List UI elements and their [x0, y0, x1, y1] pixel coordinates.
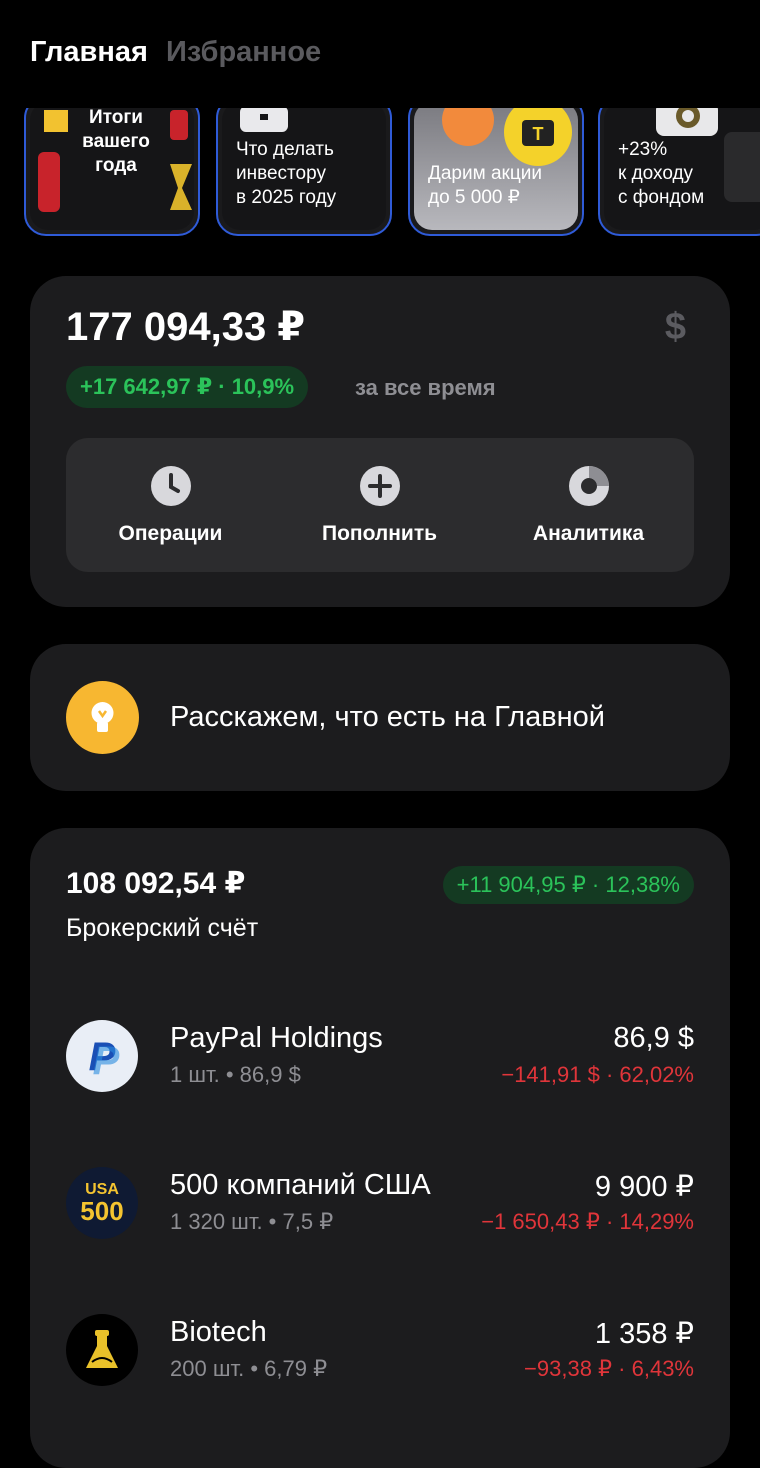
- list-item[interactable]: Biotech 200 шт. • 6,79 ₽ 1 358 ₽ −93,38 …: [66, 1310, 694, 1390]
- portfolio-card: 177 094,33 ₽ $ +17 642,97 ₽ · 10,9% за в…: [30, 276, 730, 607]
- analytics-label: Аналитика: [532, 522, 645, 545]
- holding-value: 86,9 $: [613, 1022, 694, 1054]
- holding-value: 9 900 ₽: [594, 1171, 694, 1203]
- holding-name: PayPal Holdings: [170, 1022, 383, 1054]
- pie-chart-icon: [568, 466, 609, 506]
- holding-change: −1 650,43 ₽ · 14,29%: [481, 1209, 694, 1234]
- tab-main[interactable]: Главная: [30, 36, 148, 69]
- paypal-logo-icon: PP: [66, 1020, 138, 1092]
- holding-qty: 200 шт. • 6,79 ₽: [170, 1356, 328, 1381]
- holding-change: −93,38 ₽ · 6,43%: [524, 1356, 694, 1381]
- analytics-button[interactable]: Аналитика: [484, 438, 693, 572]
- usa500-logo-icon: USA 500: [66, 1167, 138, 1239]
- operations-label: Операции: [118, 522, 223, 545]
- portfolio-actions: Операции Пополнить Аналитика: [66, 438, 694, 572]
- list-item[interactable]: USA 500 500 компаний США 1 320 шт. • 7,5…: [66, 1163, 694, 1243]
- story-text: Дарим акции до 5 000 ₽: [428, 163, 542, 208]
- story-fund[interactable]: +23% к доходу с фондом: [598, 108, 760, 236]
- account-name[interactable]: Брокерский счёт: [66, 914, 258, 943]
- account-card: 108 092,54 ₽ +11 904,95 ₽ · 12,38% Броке…: [30, 828, 730, 1468]
- operations-button[interactable]: Операции: [66, 438, 275, 572]
- top-up-button[interactable]: Пополнить: [275, 438, 484, 572]
- holding-value: 1 358 ₽: [594, 1318, 694, 1350]
- lightbulb-icon: [66, 681, 139, 754]
- tip-card[interactable]: Расскажем, что есть на Главной: [30, 644, 730, 791]
- logo-text-bottom: 500: [80, 1196, 124, 1226]
- holding-qty: 1 шт. • 86,9 $: [170, 1062, 301, 1087]
- story-text: Что делать инвестору в 2025 году: [236, 139, 337, 208]
- portfolio-gain-badge: +17 642,97 ₽ · 10,9%: [66, 366, 309, 408]
- story-text: Итоги вашего года: [82, 108, 150, 176]
- story-year-results[interactable]: Итоги вашего года: [24, 108, 200, 236]
- tab-favorites[interactable]: Избранное: [166, 36, 321, 69]
- currency-toggle-button[interactable]: $: [665, 306, 686, 349]
- stories-strip: Итоги вашего года Что делать инвестору в…: [0, 108, 760, 243]
- svg-text:T: T: [533, 124, 544, 144]
- holding-name: Biotech: [170, 1316, 267, 1348]
- holding-qty: 1 320 шт. • 7,5 ₽: [170, 1209, 334, 1234]
- holding-name: 500 компаний США: [170, 1169, 431, 1201]
- plus-icon: [359, 466, 400, 506]
- portfolio-total: 177 094,33 ₽: [66, 305, 306, 349]
- story-gift-shares[interactable]: T Дарим акции до 5 000 ₽: [408, 108, 584, 236]
- account-gain-badge: +11 904,95 ₽ · 12,38%: [442, 866, 694, 904]
- list-item[interactable]: PP PayPal Holdings 1 шт. • 86,9 $ 86,9 $…: [66, 1016, 694, 1096]
- flask-icon: [66, 1314, 138, 1386]
- clock-icon: [150, 466, 191, 506]
- tip-text: Расскажем, что есть на Главной: [170, 701, 605, 733]
- story-investor-2025[interactable]: Что делать инвестору в 2025 году: [216, 108, 392, 236]
- portfolio-period-label: за все время: [355, 375, 496, 400]
- top-up-label: Пополнить: [321, 522, 438, 545]
- story-text: +23% к доходу с фондом: [618, 139, 705, 208]
- account-total: 108 092,54 ₽: [66, 867, 246, 900]
- holding-change: −141,91 $ · 62,02%: [501, 1062, 694, 1087]
- svg-text:P: P: [93, 1039, 120, 1083]
